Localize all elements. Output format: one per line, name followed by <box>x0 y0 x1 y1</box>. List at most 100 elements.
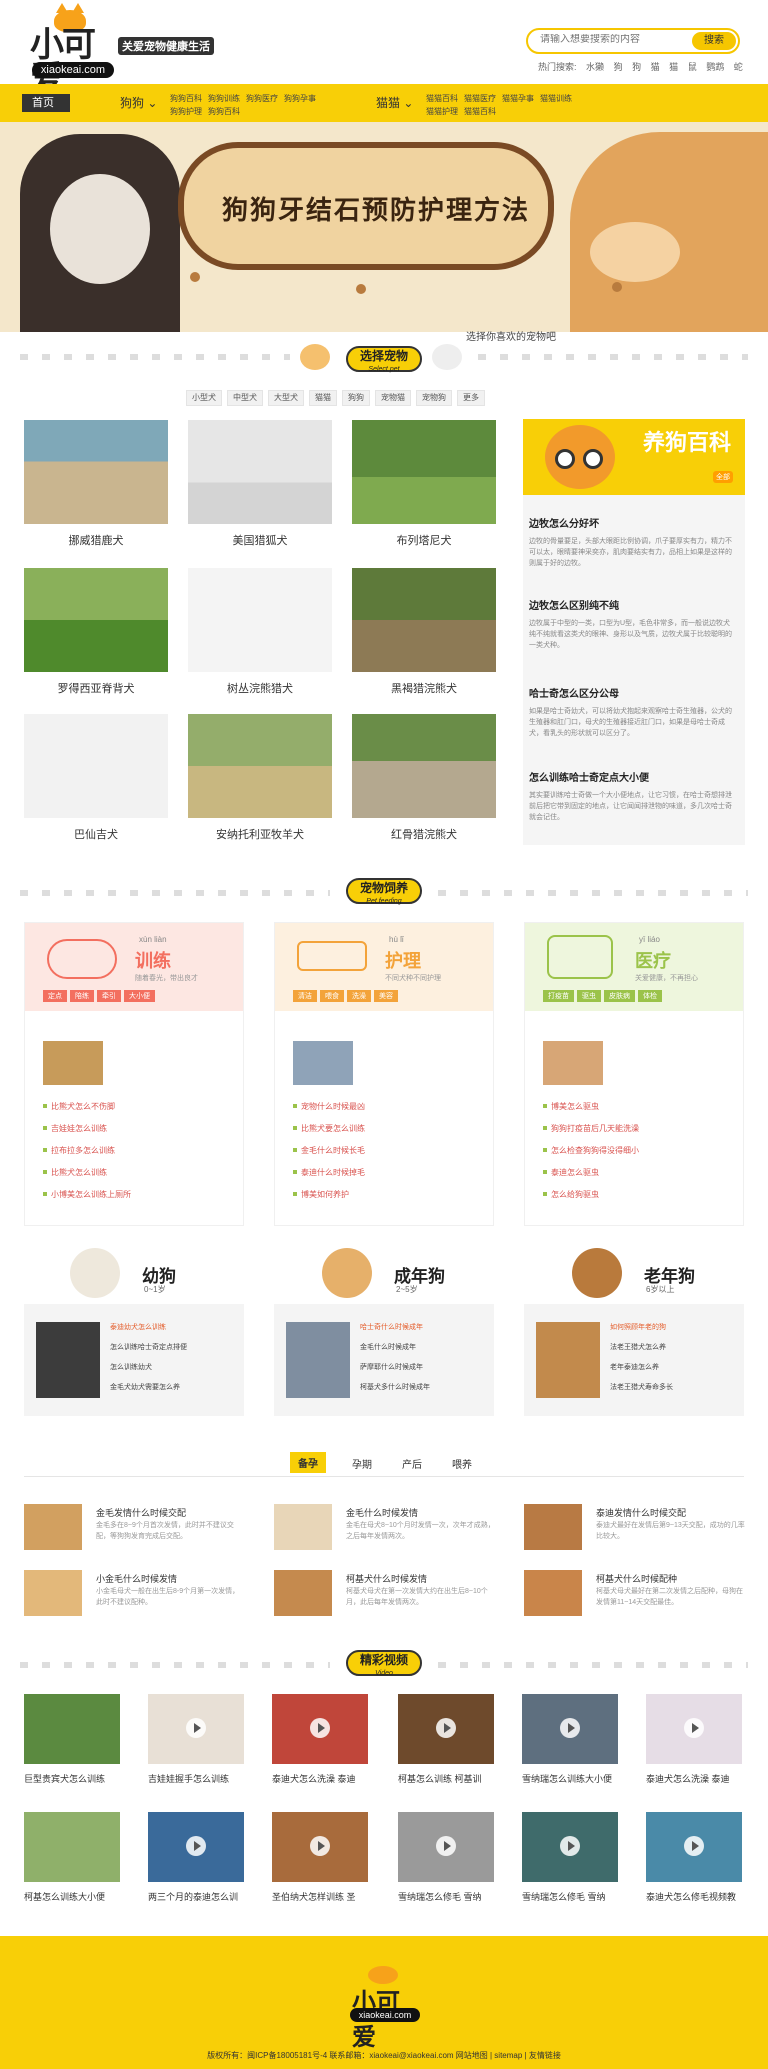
feeding-chip[interactable]: 喂食 <box>320 990 344 1002</box>
dog-card[interactable]: 安纳托利亚牧羊犬 <box>188 714 332 842</box>
hot-word[interactable]: 猫 <box>651 62 660 72</box>
feeding-chip[interactable]: 驱虫 <box>577 990 601 1002</box>
nav-dog[interactable]: 狗狗 ⌄ <box>120 94 157 111</box>
video-card[interactable]: 泰迪犬怎么修毛视频教 <box>646 1812 742 1903</box>
play-icon[interactable] <box>186 1718 206 1738</box>
stage-tab-feeding[interactable]: 喂养 <box>452 1456 472 1471</box>
feeding-link[interactable]: 狗狗打疫苗后几天能洗澡 <box>543 1123 639 1134</box>
feeding-link[interactable]: 拉布拉多怎么训练 <box>43 1145 131 1156</box>
pet-tab[interactable]: 更多 <box>457 390 485 406</box>
nav-sub-item[interactable]: 猫猫孕事 <box>502 94 534 103</box>
age-link[interactable]: 怎么训练幼犬 <box>110 1362 187 1372</box>
pet-tab[interactable]: 小型犬 <box>186 390 222 406</box>
age-photo[interactable] <box>286 1322 350 1398</box>
age-link[interactable]: 法老王猎犬寿命多长 <box>610 1382 673 1392</box>
age-link[interactable]: 金毛犬幼犬需要怎么养 <box>110 1382 187 1392</box>
play-icon[interactable] <box>560 1718 580 1738</box>
play-icon[interactable] <box>310 1718 330 1738</box>
nav-sub-item[interactable]: 猫猫医疗 <box>464 94 496 103</box>
feeding-thumbnail[interactable] <box>293 1041 353 1085</box>
feeding-thumbnail[interactable] <box>543 1041 603 1085</box>
video-card[interactable]: 柯基怎么训练 柯基训 <box>398 1694 494 1785</box>
feeding-link[interactable]: 吉娃娃怎么训练 <box>43 1123 131 1134</box>
pet-tab[interactable]: 猫猫 <box>309 390 337 406</box>
feeding-chip[interactable]: 皮肤病 <box>604 990 635 1002</box>
play-icon[interactable] <box>186 1836 206 1856</box>
age-link[interactable]: 如何照顾年老的狗 <box>610 1322 673 1332</box>
feeding-chip[interactable]: 洗澡 <box>347 990 371 1002</box>
video-card[interactable]: 雪纳瑞怎么修毛 雪纳 <box>398 1812 494 1903</box>
video-card[interactable]: 雪纳瑞怎么训练大小便 <box>522 1694 618 1785</box>
feeding-link[interactable]: 金毛什么时候长毛 <box>293 1145 365 1156</box>
age-link[interactable]: 泰迪幼犬怎么训练 <box>110 1322 187 1332</box>
pet-tab[interactable]: 宠物猫 <box>375 390 411 406</box>
video-card[interactable]: 巨型贵宾犬怎么训练 <box>24 1694 120 1785</box>
pet-tab[interactable]: 狗狗 <box>342 390 370 406</box>
play-icon[interactable] <box>684 1836 704 1856</box>
hot-word[interactable]: 狗 <box>614 62 623 72</box>
encyclopedia-item[interactable]: 哈士奇怎么区分公母 如果是哈士奇幼犬，可以将幼犬抱起来观察哈士奇生殖器，公犬的生殖… <box>529 685 735 739</box>
nav-sub-item[interactable]: 猫猫百科 <box>464 107 496 116</box>
feeding-link[interactable]: 比熊犬怎么训练 <box>43 1167 131 1178</box>
feeding-link[interactable]: 泰迪怎么驱虫 <box>543 1167 639 1178</box>
feeding-link[interactable]: 宠物什么时候最凶 <box>293 1101 365 1112</box>
article-item[interactable]: 金毛什么时候发情 金毛在母犬8~10个月时发情一次，次年才成熟，之后每年发情两次。 <box>274 1504 504 1554</box>
age-link[interactable]: 哈士奇什么时候成年 <box>360 1322 430 1332</box>
feeding-link[interactable]: 泰迪什么时候掉毛 <box>293 1167 365 1178</box>
feeding-chip[interactable]: 体检 <box>638 990 662 1002</box>
stage-tab-pregnancy[interactable]: 孕期 <box>352 1456 372 1471</box>
dog-card[interactable]: 巴仙吉犬 <box>24 714 168 842</box>
article-item[interactable]: 柯基犬什么时候发情 柯基犬母犬在第一次发情大约在出生后8~10个月，此后每年发情两… <box>274 1570 504 1620</box>
age-link[interactable]: 怎么训练哈士奇定点排便 <box>110 1342 187 1352</box>
video-card[interactable]: 泰迪犬怎么洗澡 泰迪 <box>646 1694 742 1785</box>
feeding-chip[interactable]: 陪练 <box>70 990 94 1002</box>
feeding-link[interactable]: 小博美怎么训练上厕所 <box>43 1189 131 1200</box>
feeding-chip[interactable]: 牵引 <box>97 990 121 1002</box>
hero-banner[interactable]: 狗狗牙结石预防护理方法 <box>0 122 768 332</box>
age-photo[interactable] <box>36 1322 100 1398</box>
age-link[interactable]: 萨摩耶什么时候成年 <box>360 1362 430 1372</box>
nav-sub-item[interactable]: 狗狗护理 <box>170 107 202 116</box>
hot-word[interactable]: 鼠 <box>688 62 697 72</box>
feeding-link[interactable]: 比熊犬怎么不伤脚 <box>43 1101 131 1112</box>
nav-sub-item[interactable]: 猫猫训练 <box>540 94 572 103</box>
article-item[interactable]: 柯基犬什么时候配种 柯基犬母犬最好在第二次发情之后配种，母狗在发情第11~14天交… <box>524 1570 754 1620</box>
hot-word[interactable]: 猫 <box>669 62 678 72</box>
feeding-thumbnail[interactable] <box>43 1041 103 1085</box>
hot-word[interactable]: 水獭 <box>586 62 604 72</box>
hot-word[interactable]: 狗 <box>632 62 641 72</box>
feeding-link[interactable]: 怎么给狗驱虫 <box>543 1189 639 1200</box>
nav-sub-item[interactable]: 狗狗训练 <box>208 94 240 103</box>
nav-sub-item[interactable]: 猫猫护理 <box>426 107 458 116</box>
nav-sub-item[interactable]: 狗狗百科 <box>170 94 202 103</box>
dog-card[interactable]: 罗得西亚脊背犬 <box>24 568 168 696</box>
pet-tab[interactable]: 大型犬 <box>268 390 304 406</box>
feeding-chip[interactable]: 定点 <box>43 990 67 1002</box>
play-icon[interactable] <box>436 1836 456 1856</box>
play-icon[interactable] <box>560 1836 580 1856</box>
nav-home[interactable]: 首页 <box>22 94 70 112</box>
nav-sub-item[interactable]: 狗狗孕事 <box>284 94 316 103</box>
feeding-chip[interactable]: 美容 <box>374 990 398 1002</box>
article-item[interactable]: 金毛发情什么时候交配 金毛多在8~9个月首次发情，此时并不建议交配，等狗狗发育完成… <box>24 1504 254 1554</box>
feeding-link[interactable]: 比熊犬要怎么训练 <box>293 1123 365 1134</box>
nav-cat[interactable]: 猫猫 ⌄ <box>376 94 413 111</box>
video-card[interactable]: 柯基怎么训练大小便 <box>24 1812 120 1903</box>
feeding-link[interactable]: 博美如何养护 <box>293 1189 365 1200</box>
age-link[interactable]: 老年泰迪怎么养 <box>610 1362 673 1372</box>
encyclopedia-item[interactable]: 边牧怎么分好坏 边牧的骨量要足，头部大眼距比例协调，爪子要厚实有力，精力不可以太，… <box>529 515 735 569</box>
hot-word[interactable]: 蛇 <box>734 62 743 72</box>
age-link[interactable]: 法老王猎犬怎么养 <box>610 1342 673 1352</box>
feeding-chip[interactable]: 大小便 <box>124 990 155 1002</box>
encyclopedia-item[interactable]: 怎么训练哈士奇定点大小便 其实要训练哈士奇做一个大小便地点，让它习惯，在哈士奇想排… <box>529 769 735 823</box>
search-button[interactable]: 搜索 <box>692 32 736 50</box>
play-icon[interactable] <box>684 1718 704 1738</box>
play-icon[interactable] <box>436 1718 456 1738</box>
dog-card[interactable]: 布列塔尼犬 <box>352 420 496 548</box>
feeding-link[interactable]: 博美怎么驱虫 <box>543 1101 639 1112</box>
article-item[interactable]: 小金毛什么时候发情 小金毛母犬一般在出生后8-9个月第一次发情，此时不建议配种。 <box>24 1570 254 1620</box>
video-card[interactable]: 两三个月的泰迪怎么训 <box>148 1812 244 1903</box>
play-icon[interactable] <box>310 1836 330 1856</box>
feeding-chip[interactable]: 清洁 <box>293 990 317 1002</box>
stage-tab-prepregnancy[interactable]: 备孕 <box>290 1452 326 1473</box>
